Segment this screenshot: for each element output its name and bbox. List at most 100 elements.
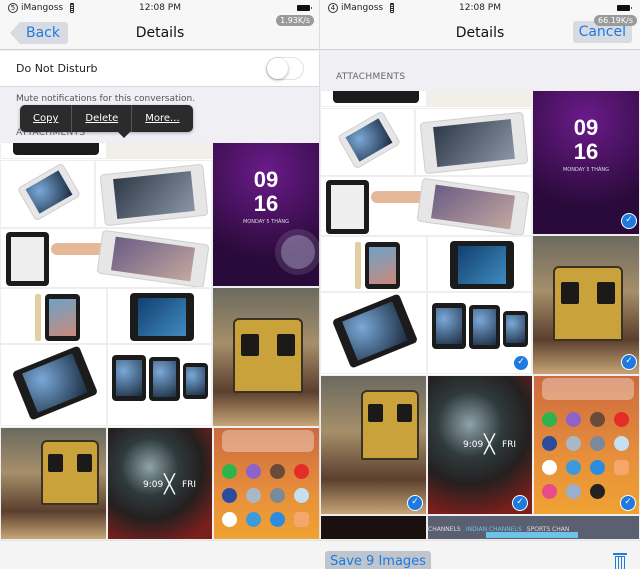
copy-menu-item[interactable]: Copy [20,105,73,132]
status-bar: 4 iMangoss 12:08 PM [320,0,640,16]
lockscreen-date: MONDAY 5 THÁNG [242,219,290,225]
attachment-thumbnail[interactable] [107,288,212,344]
music-widget [542,378,634,400]
attachment-thumbnail-train[interactable] [212,287,320,427]
lockscreen-date: MONDAY 5 THÁNG [562,167,610,173]
status-bar: 5 iMangoss 12:08 PM [0,0,320,16]
do-not-disturb-toggle[interactable] [266,57,304,80]
network-speed-badge: 1.93K/s [276,15,314,26]
attachment-thumbnail-homescreen[interactable] [213,427,320,540]
attachment-thumbnail-blur[interactable]: 9:09 ╳ FRI ✓ [427,375,533,515]
ipad-image [130,293,194,341]
selected-check-icon[interactable]: ✓ [407,495,423,511]
network-speed-badge: 66.19K/s [593,15,637,26]
banner-label: CHANNELS [428,526,461,533]
attachment-thumbnail-blur[interactable]: 9:09 ╳ FRI [107,427,213,540]
attachment-thumbnail[interactable]: ✓ [427,292,532,374]
banner-bar [486,532,578,538]
whatsapp-app-icon [222,464,237,479]
music-widget [222,430,314,452]
x-glyph: ╳ [484,434,495,455]
attachment-thumbnail-train[interactable]: ✓ [320,375,427,515]
app-icon [614,460,629,475]
ipad-pro-image [365,242,400,289]
youtube-app-icon [294,464,309,479]
ipad-image [450,241,514,289]
instagram-app-icon [270,464,285,479]
youtube-app-icon [614,412,629,427]
status-time: 12:08 PM [459,3,501,13]
app-icon [294,512,309,527]
ipad-image [149,357,180,401]
viber-app-icon [246,464,261,479]
attachment-thumbnail[interactable] [107,344,212,426]
attachment-thumbnail[interactable] [320,176,532,236]
more-menu-item[interactable]: More... [132,105,192,132]
attachment-thumbnail[interactable] [107,142,212,159]
attachment-thumbnail-train[interactable]: ✓ [532,235,640,375]
attachment-thumbnail[interactable] [427,236,532,292]
train-image [553,266,623,341]
selected-check-icon[interactable]: ✓ [620,495,636,511]
ipad-air-image [96,229,210,287]
attachment-thumbnail[interactable] [0,344,107,426]
game-app-icon [222,488,237,503]
game-app-icon [590,460,605,475]
selected-check-icon[interactable]: ✓ [621,354,637,370]
game-app-icon [270,488,285,503]
right-screen: 4 iMangoss 12:08 PM Details Cancel 66.19… [320,0,640,569]
game-app-icon [590,436,605,451]
battery-icon [617,5,632,11]
ipad-image [112,355,146,401]
bitly-app-icon [542,460,557,475]
attachment-thumbnail[interactable] [0,288,107,344]
attachment-thumbnail[interactable] [320,292,427,374]
attachment-thumbnail-lockscreen[interactable]: 09 16 MONDAY 5 THÁNG ✓ [532,90,640,235]
app-icon [542,484,557,499]
attachments-grid: 09 16 MONDAY 5 THÁNG 9:09 ╳ FRI [0,142,320,540]
selected-check-icon[interactable]: ✓ [621,213,637,229]
ipad-air-image [419,111,529,175]
delete-menu-item[interactable]: Delete [72,105,133,132]
selected-check-icon[interactable]: ✓ [512,495,528,511]
do-not-disturb-row: Do Not Disturb [0,51,320,87]
train-image [233,318,303,393]
trash-icon[interactable] [613,553,627,569]
blur-time: 9:09 [143,480,164,490]
attachment-thumbnail[interactable] [0,160,95,228]
attachment-thumbnail-lockscreen[interactable]: 09 16 MONDAY 5 THÁNG [212,142,320,287]
attachment-thumbnail[interactable] [0,228,212,288]
train-image [41,440,99,505]
attachment-thumbnail[interactable] [95,160,212,228]
ipad-image [11,345,99,421]
attachment-thumbnail[interactable] [320,90,427,107]
attachment-thumbnail-banner[interactable]: CHANNELS INDIAN CHANNELS SPORTS CHAN [427,515,640,540]
ipad-image [469,305,500,349]
x-glyph: ╳ [164,474,175,495]
selected-check-icon[interactable]: ✓ [513,355,529,371]
bottom-toolbar: Save 9 Images [0,540,640,569]
ipad-image [6,232,49,286]
game-app-icon [246,512,261,527]
lockscreen-hour: 09 [573,115,599,140]
attachments-header: ATTACHMENTS [336,72,406,82]
lockscreen-minute: 16 [573,139,599,164]
blur-time: 9:09 [463,440,484,450]
game-app-icon [270,512,285,527]
train-image [361,390,419,460]
left-screen: 5 iMangoss 12:08 PM Back Details 1.93K/s… [0,0,320,569]
attachment-thumbnail[interactable] [320,515,427,540]
context-menu: Copy Delete More... [20,105,193,138]
attachment-thumbnail-train[interactable] [0,427,107,540]
attachment-thumbnail[interactable] [320,236,427,292]
instagram-app-icon [590,412,605,427]
attachment-thumbnail[interactable] [0,142,107,159]
attachment-thumbnail-homescreen[interactable]: ✓ [533,375,640,515]
save-images-button[interactable]: Save 9 Images [325,551,431,569]
attachment-thumbnail[interactable] [427,90,532,107]
attachment-thumbnail[interactable] [415,108,532,176]
attachment-thumbnail[interactable] [320,108,415,176]
ipad-air-image [99,163,209,227]
app-icon [590,484,605,499]
battery-icon [297,5,312,11]
